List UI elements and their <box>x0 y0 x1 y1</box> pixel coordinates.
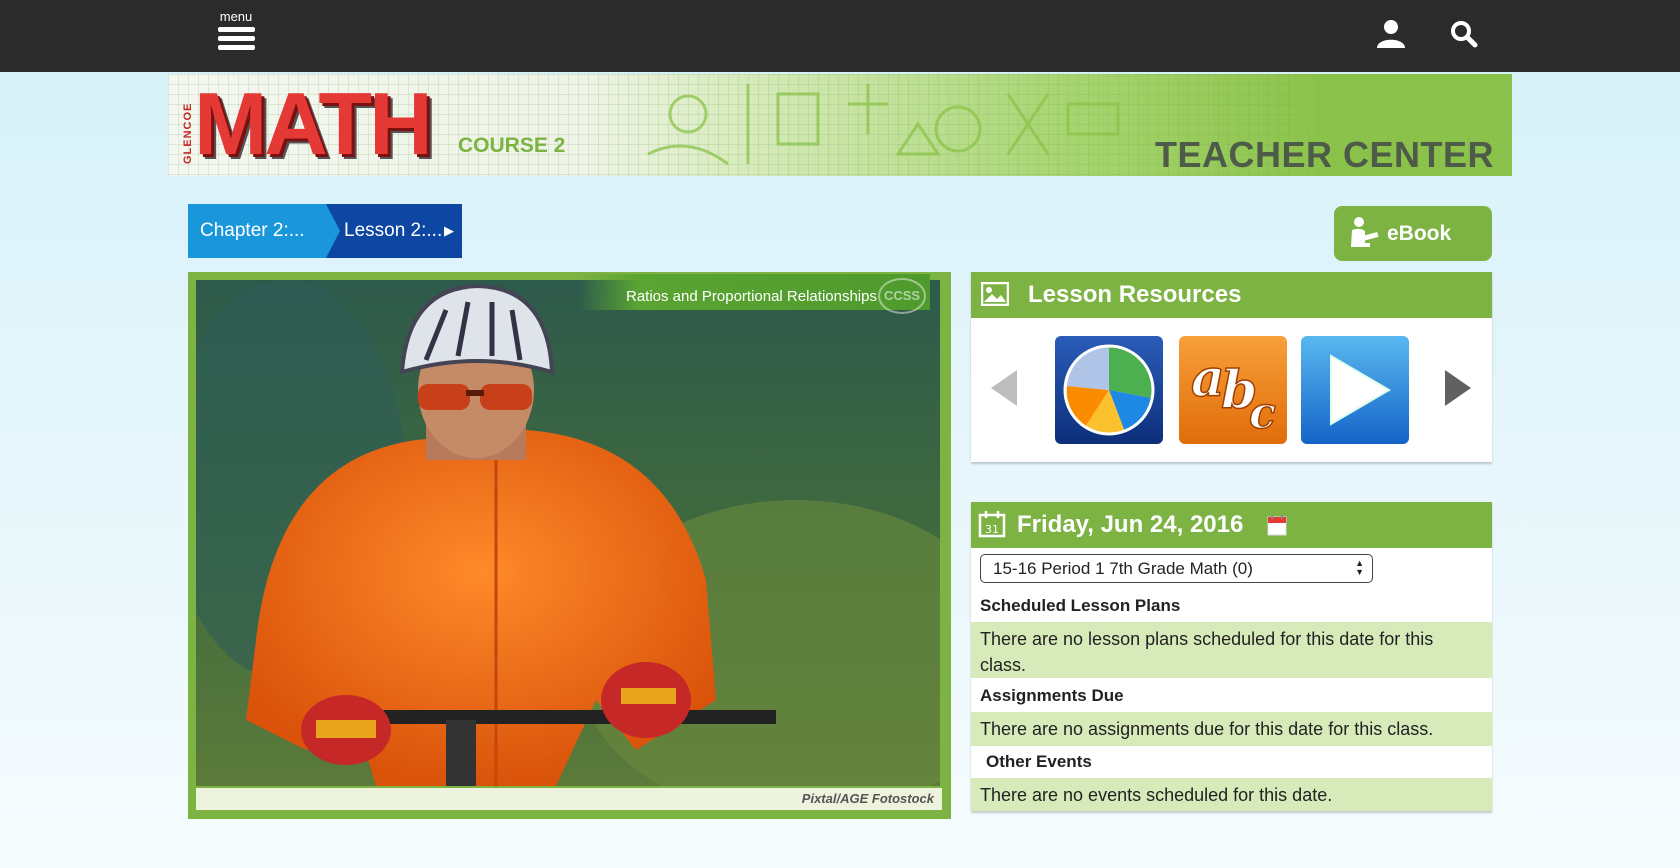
calendar-icon: 31 <box>978 511 1006 538</box>
assignments-due-message: There are no assignments due for this da… <box>971 712 1492 746</box>
play-video-icon <box>1330 354 1391 426</box>
carousel-next-icon[interactable] <box>1443 368 1473 408</box>
svg-text:c: c <box>1249 388 1276 439</box>
other-events-message: There are no events scheduled for this d… <box>971 778 1492 811</box>
search-icon[interactable] <box>1448 18 1480 50</box>
resource-tile-video[interactable] <box>1301 336 1409 444</box>
course-banner: GLENCOE MATH COURSE 2 TEACHER CENTER <box>168 74 1512 176</box>
breadcrumb-chapter-label: Chapter 2:... <box>200 220 305 241</box>
lesson-resources-panel: Lesson Resources a b c <box>971 272 1492 462</box>
class-select-value: 15-16 Period 1 7th Grade Math (0) <box>993 559 1253 578</box>
calendar-panel: 31 Friday, Jun 24, 2016 15-16 Period 1 7… <box>971 502 1492 811</box>
user-icon[interactable] <box>1375 18 1407 50</box>
pie-chart-icon <box>1063 344 1155 436</box>
resource-tile-vocabulary[interactable]: a b c <box>1179 336 1287 444</box>
topic-ribbon-text: Ratios and Proportional Relationships <box>626 288 877 305</box>
breadcrumb-chapter[interactable]: Chapter 2:... <box>188 204 340 258</box>
image-icon <box>981 282 1009 306</box>
date-picker-icon[interactable] <box>1267 514 1287 536</box>
assignments-due-heading: Assignments Due <box>980 686 1124 705</box>
other-events-heading: Other Events <box>986 752 1092 771</box>
calendar-date: Friday, Jun 24, 2016 <box>1017 511 1244 538</box>
course-label: COURSE 2 <box>458 134 566 157</box>
class-select[interactable]: 15-16 Period 1 7th Grade Math (0) ▲ ▼ <box>980 554 1373 583</box>
ebook-label: eBook <box>1387 222 1452 245</box>
math-doodles-decoration <box>647 84 1120 166</box>
calendar-header: 31 Friday, Jun 24, 2016 <box>971 502 1492 548</box>
scheduled-lesson-plans-heading: Scheduled Lesson Plans <box>980 596 1181 615</box>
resource-tile-pie-chart[interactable] <box>1055 336 1163 444</box>
cyclist-photo <box>196 280 940 786</box>
teacher-center-title: TEACHER CENTER <box>1154 134 1494 175</box>
menu-button[interactable]: menu <box>216 10 256 56</box>
ebook-button[interactable]: eBook <box>1334 206 1492 261</box>
math-logo: MATH <box>194 74 433 173</box>
top-nav-bar: menu <box>0 0 1680 72</box>
photo-credit: Pixtal/AGE Fotostock <box>801 791 934 806</box>
caret-right-icon: ▶ <box>444 223 454 238</box>
carousel-prev-icon[interactable] <box>989 368 1019 408</box>
lesson-resources-header: Lesson Resources <box>971 272 1492 318</box>
menu-label: menu <box>219 9 253 24</box>
menu-icon <box>217 27 255 50</box>
select-arrows-icon: ▲ ▼ <box>1355 558 1364 577</box>
abc-vocabulary-icon: a b c <box>1190 347 1277 440</box>
reader-icon <box>1351 217 1379 247</box>
ccss-badge: CCSS <box>878 278 926 314</box>
svg-text:31: 31 <box>985 523 999 536</box>
svg-text:a: a <box>1191 348 1225 409</box>
photo-credit-bar: Pixtal/AGE Fotostock <box>196 788 942 810</box>
lesson-resources-title: Lesson Resources <box>1028 281 1242 308</box>
scheduled-lesson-plans-message: There are no lesson plans scheduled for … <box>971 622 1492 678</box>
breadcrumb-lesson-label: Lesson 2:... <box>344 220 443 241</box>
lesson-hero-image: Ratios and Proportional Relationships CC… <box>188 272 951 819</box>
